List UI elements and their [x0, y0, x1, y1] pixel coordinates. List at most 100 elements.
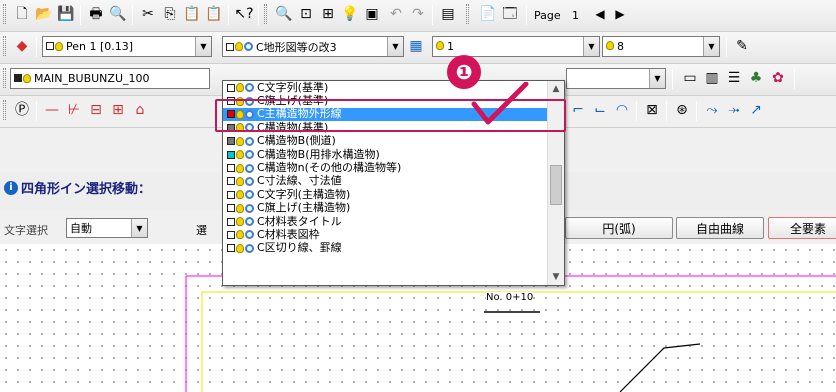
polygon-icon[interactable]: ⌂	[130, 99, 150, 121]
text-tool-icon[interactable]: Ⓟ	[12, 99, 32, 121]
extend-icon[interactable]: ⤞	[724, 99, 744, 121]
dropdown-item[interactable]: C構造物n(その他の構造物等)	[223, 161, 548, 174]
chevron-down-icon[interactable]: ▼	[649, 69, 665, 88]
dropdown-item[interactable]: C旗上げ(主構造物)	[223, 202, 548, 215]
tree-icon[interactable]: ♣	[746, 67, 766, 89]
bubunzu-select[interactable]: MAIN_BUBUNZU_100	[10, 68, 210, 89]
dropdown-item[interactable]: C構造物B(用排水構造物)	[223, 148, 548, 161]
layer-status-icon	[227, 136, 254, 146]
dropdown-item[interactable]: C材料表図枠	[223, 228, 548, 241]
layer-status-icon	[227, 96, 254, 106]
rect-icon[interactable]: ⊟	[86, 99, 106, 121]
snap-end-icon[interactable]: ⌙	[590, 99, 610, 121]
layer-manager-icon[interactable]: ▦	[406, 35, 426, 57]
dropdown-item[interactable]: C文字列(主構造物)	[223, 188, 548, 201]
zoom-icon[interactable]: 🔍	[274, 3, 294, 25]
offset-icon[interactable]: ↗	[746, 99, 766, 121]
new-file-icon[interactable]: 🗋	[12, 3, 32, 25]
line-icon[interactable]: —	[42, 99, 62, 121]
layer-status-icon	[227, 230, 254, 240]
chevron-down-icon[interactable]: ▼	[703, 37, 719, 56]
pen-select[interactable]: Pen 1 [0.13] ▼	[42, 36, 212, 57]
print-icon[interactable]: 🖶	[86, 3, 106, 25]
page-setup-icon[interactable]: 📄	[478, 3, 498, 25]
layer-status-icon	[227, 150, 254, 160]
dropdown-item-label: C材料表タイトル	[257, 214, 342, 228]
toolbar-grip[interactable]	[3, 68, 6, 88]
info-icon: i	[4, 180, 18, 195]
window-icon[interactable]: ▭	[680, 67, 700, 89]
polyline-icon[interactable]: ⊬	[64, 99, 84, 121]
scroll-up-icon[interactable]: ▲	[548, 81, 564, 97]
grid-icon[interactable]: ▥	[702, 67, 722, 89]
zoom-window-icon[interactable]: ⊡	[296, 3, 316, 25]
dropdown-item-label: C構造物B(用排水構造物)	[257, 147, 380, 161]
pick-color-icon[interactable]: ✎	[732, 35, 752, 57]
select-icon[interactable]: ⊠	[642, 99, 662, 121]
zoom-all-icon[interactable]: ⊞	[318, 3, 338, 25]
char-select-value: 自動	[70, 222, 92, 235]
dropdown-item[interactable]: C構造物B(側道)	[223, 135, 548, 148]
paste-special-icon[interactable]: 📋	[204, 3, 224, 25]
dropdown-item[interactable]: C寸法線、寸法値	[223, 175, 548, 188]
prev-page-icon[interactable]: ◀	[590, 3, 610, 25]
chevron-down-icon[interactable]: ▼	[131, 219, 147, 237]
rect-filled-icon[interactable]: ⊞	[108, 99, 128, 121]
layer-status-icon	[227, 190, 254, 200]
dropdown-item-label: C旗上げ(基準)	[257, 94, 329, 108]
line-type-select[interactable]: 1 ▼	[432, 36, 600, 57]
next-page-icon[interactable]: ▶	[610, 3, 630, 25]
pen-select-value: Pen 1 [0.13]	[66, 40, 134, 53]
eraser-icon[interactable]: ◆	[12, 35, 32, 57]
dropdown-scrollbar[interactable]: ▲ ▼	[547, 81, 564, 285]
layer-view-icon[interactable]: ▣	[362, 3, 382, 25]
char-select-dropdown[interactable]: 自動 ▼	[66, 218, 148, 238]
dropdown-item-label: C構造物n(その他の構造物等)	[257, 161, 402, 175]
toolbar-grip[interactable]	[3, 4, 6, 24]
layer-select-extension[interactable]: ▼	[566, 68, 666, 89]
redo-icon[interactable]: ↷	[408, 3, 428, 25]
chevron-down-icon[interactable]: ▼	[583, 37, 599, 56]
page-number: 1	[572, 9, 579, 22]
chevron-down-icon[interactable]: ▼	[195, 37, 211, 56]
palette-icon[interactable]: ✿	[768, 67, 788, 89]
dropdown-item-label: C区切り線、罫線	[257, 241, 342, 255]
all-elements-button[interactable]: 全要素	[768, 217, 836, 239]
copy-icon[interactable]: ⎘	[160, 3, 180, 25]
help-pointer-icon[interactable]: ↖?	[234, 3, 254, 25]
arc-button[interactable]: 円(弧)	[565, 217, 673, 239]
chevron-down-icon[interactable]: ▼	[387, 37, 403, 56]
toolbar-grip[interactable]	[3, 100, 6, 120]
list-icon[interactable]: ☰	[724, 67, 744, 89]
cut-icon[interactable]: ✂	[138, 3, 158, 25]
trim-icon[interactable]: ⤳	[702, 99, 722, 121]
toolbar-grip[interactable]	[3, 36, 6, 56]
undo-icon[interactable]: ↶	[386, 3, 406, 25]
scroll-thumb[interactable]	[550, 165, 562, 205]
properties-icon[interactable]: ▤	[438, 3, 458, 25]
layer-status-icon	[227, 203, 254, 213]
page-layout-icon[interactable]: 🗔	[500, 3, 520, 25]
print-preview-icon[interactable]: 🔍	[108, 3, 128, 25]
group-icon[interactable]: ⊛	[672, 99, 692, 121]
scroll-down-icon[interactable]: ▼	[548, 269, 564, 285]
line-type-value: 1	[447, 40, 454, 53]
open-folder-icon[interactable]: 📂	[34, 3, 54, 25]
dropdown-item[interactable]: C材料表タイトル	[223, 215, 548, 228]
bubunzu-value: MAIN_BUBUNZU_100	[34, 72, 150, 85]
layer-select[interactable]: C地形図等の改3 ▼	[222, 36, 404, 57]
layer-status-icon	[227, 176, 254, 186]
line-width-value: 8	[617, 40, 624, 53]
dropdown-item[interactable]: C区切り線、罫線	[223, 242, 548, 255]
layer-light-icon[interactable]: 💡	[340, 3, 360, 25]
paste-icon[interactable]: 📋	[182, 3, 202, 25]
snap-arc-icon[interactable]: ◠	[612, 99, 632, 121]
snap-icon[interactable]: ⌐	[568, 99, 588, 121]
free-curve-button[interactable]: 自由曲線	[676, 217, 764, 239]
layer-status-icon	[227, 217, 254, 227]
toolbar-grip[interactable]	[466, 4, 469, 24]
line-width-select[interactable]: 8 ▼	[602, 36, 720, 57]
save-icon[interactable]: 💾	[56, 3, 76, 25]
toolbar-grip[interactable]	[264, 4, 267, 24]
dropdown-item-label: C文字列(主構造物)	[257, 187, 351, 201]
